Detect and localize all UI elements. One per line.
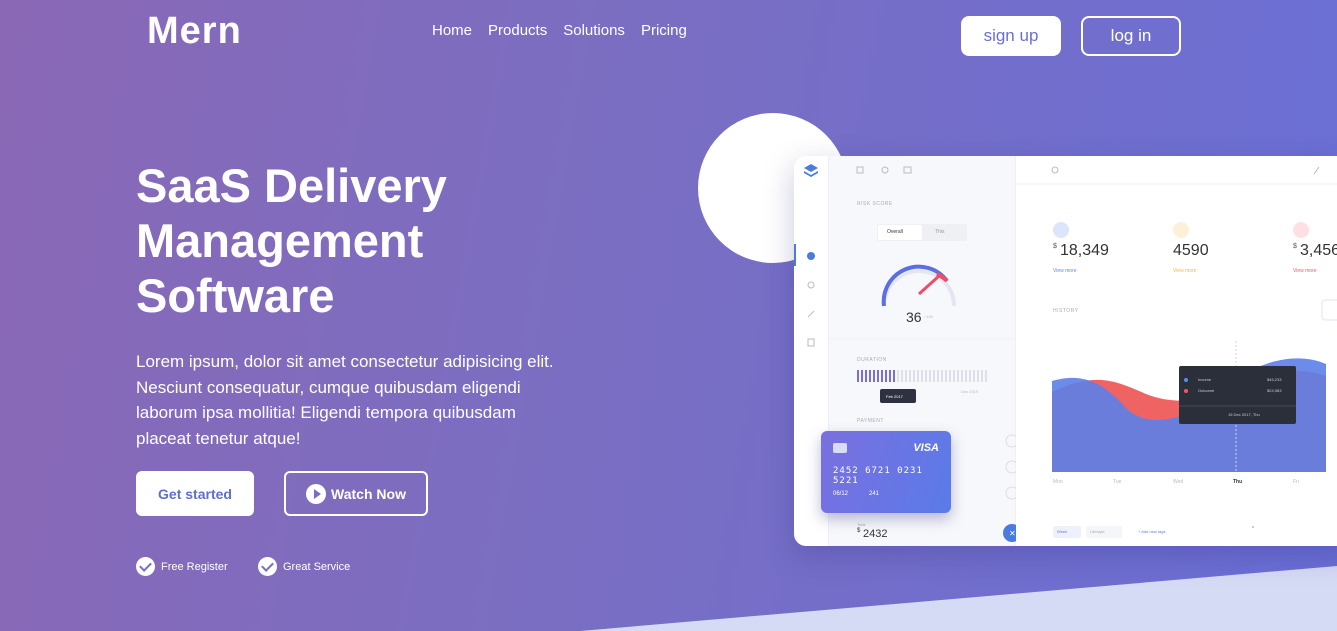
trash-icon bbox=[807, 338, 815, 347]
card-brand: VISA bbox=[913, 442, 939, 454]
calendar-icon bbox=[856, 166, 864, 174]
history-label: HISTORY bbox=[1053, 308, 1079, 314]
watch-now-label: Watch Now bbox=[331, 485, 406, 502]
check-icon bbox=[258, 557, 277, 576]
add-tag-link[interactable]: + Add new tags bbox=[1138, 529, 1165, 534]
person-icon bbox=[1173, 222, 1189, 238]
stat-income-value: 18,349 bbox=[1060, 242, 1109, 259]
legend-date: 15 Dec 2017, Thu bbox=[1228, 412, 1260, 417]
credit-card: VISA 2452 6721 0231 5221 06/12 241 bbox=[821, 431, 951, 513]
svg-text:✕: ✕ bbox=[1009, 529, 1016, 538]
folder-icon bbox=[903, 166, 912, 174]
filter-lifestyle[interactable]: Lifestyle bbox=[1090, 529, 1105, 534]
hero-title-line: Software bbox=[136, 269, 335, 322]
view-more-link[interactable]: View more bbox=[1053, 268, 1077, 274]
total-value: 2432 bbox=[863, 528, 888, 540]
toggle-overall[interactable]: Overall bbox=[887, 229, 903, 235]
toggle-this[interactable]: This bbox=[935, 229, 944, 235]
card-number: 2452 6721 0231 5221 bbox=[833, 466, 923, 486]
card-expiry: 06/12 bbox=[833, 491, 849, 497]
filter-week[interactable]: Week bbox=[1057, 529, 1067, 534]
payment-label: PAYMENT bbox=[857, 418, 884, 424]
total-label: Total bbox=[857, 522, 866, 527]
star-icon bbox=[1293, 222, 1309, 238]
legend-income: Income bbox=[1198, 377, 1212, 382]
feature-great-service: Great Service bbox=[258, 557, 350, 576]
gear-icon bbox=[1051, 166, 1059, 174]
dashboard-main: $ 18,349 4590 $ 3,456 View more View mor… bbox=[1016, 156, 1337, 546]
legend-outcome-value: $24,983 bbox=[1267, 388, 1282, 393]
feature-label: Great Service bbox=[283, 560, 351, 573]
x-label: Fri bbox=[1293, 479, 1299, 485]
edit-icon bbox=[1313, 166, 1320, 175]
link-icon bbox=[807, 310, 815, 318]
x-label: Thu bbox=[1233, 479, 1243, 485]
layers-icon bbox=[804, 164, 818, 172]
chip-icon bbox=[833, 443, 847, 453]
gauge-needle bbox=[917, 274, 941, 296]
search-icon bbox=[881, 166, 889, 174]
dashboard-icon bbox=[807, 252, 815, 260]
duration-label: DURATION bbox=[857, 357, 887, 363]
card-cvv: 241 bbox=[869, 491, 880, 497]
stat-currency: $ bbox=[1053, 243, 1057, 250]
gauge-max: / 100 bbox=[924, 314, 933, 319]
main-graphics bbox=[1016, 166, 1337, 538]
view-more-link[interactable]: View more bbox=[1293, 268, 1317, 274]
hero-title-line: SaaS Delivery bbox=[136, 159, 447, 212]
brand-logo[interactable]: Mern bbox=[147, 10, 242, 53]
play-icon bbox=[306, 483, 327, 504]
nav-pricing[interactable]: Pricing bbox=[641, 22, 687, 39]
nav-products[interactable]: Products bbox=[488, 22, 547, 39]
duration-tooltip: Feb 2017 bbox=[886, 394, 903, 399]
x-label: Wed bbox=[1173, 479, 1184, 485]
feature-label: Free Register bbox=[161, 560, 228, 573]
settings-icon bbox=[807, 281, 815, 289]
nav-home[interactable]: Home bbox=[432, 22, 472, 39]
gauge-value: 36 bbox=[906, 309, 922, 325]
stat-users-value: 4590 bbox=[1173, 242, 1209, 259]
total-currency: $ bbox=[857, 528, 861, 534]
main-nav: Home Products Solutions Pricing bbox=[432, 22, 687, 39]
legend-outcome: Outcome bbox=[1198, 388, 1215, 393]
legend-income-value: $45,233 bbox=[1267, 377, 1282, 382]
user-icon bbox=[1053, 222, 1069, 238]
x-label: Mon bbox=[1053, 479, 1063, 485]
watch-now-button[interactable]: Watch Now bbox=[284, 471, 428, 516]
risk-score-label: RISK SCORE bbox=[857, 201, 893, 207]
hero-title: SaaS Delivery Management Software bbox=[136, 158, 556, 323]
stat-rating-value: 3,456 bbox=[1300, 242, 1337, 259]
hero-description: Lorem ipsum, dolor sit amet consectetur … bbox=[136, 352, 554, 448]
duration-end: Dec 2019 bbox=[961, 389, 979, 394]
check-icon bbox=[136, 557, 155, 576]
nav-solutions[interactable]: Solutions bbox=[563, 22, 625, 39]
view-more-link[interactable]: View more bbox=[1173, 268, 1197, 274]
feature-free-register: Free Register bbox=[136, 557, 228, 576]
hero-title-line: Management bbox=[136, 214, 424, 267]
x-label: Tue bbox=[1113, 479, 1122, 485]
get-started-button[interactable]: Get started bbox=[136, 471, 254, 516]
login-button[interactable]: log in bbox=[1081, 16, 1181, 56]
duration-bars bbox=[857, 370, 987, 382]
stat-currency: $ bbox=[1293, 243, 1297, 250]
signup-button[interactable]: sign up bbox=[961, 16, 1061, 56]
